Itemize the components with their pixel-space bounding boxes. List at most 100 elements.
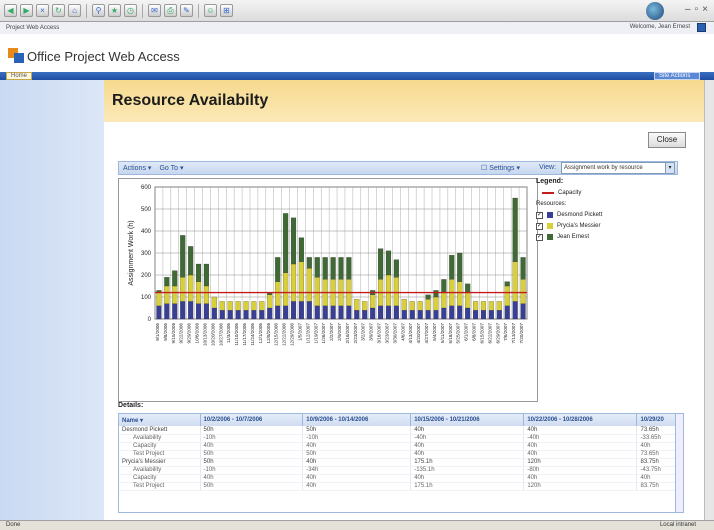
table-row[interactable]: Capacity 40h 40h 40h 40h 40h xyxy=(119,442,683,451)
x-tick-label: 7/13/2007 xyxy=(511,323,516,344)
table-row[interactable]: Prycia's Messier 50h 40h 175.1h 120h 83.75h xyxy=(119,458,683,467)
x-tick-label: 6/8/2007 xyxy=(472,323,477,341)
table-cell: -40h xyxy=(410,434,525,443)
messenger-icon[interactable]: ☺ xyxy=(204,4,217,17)
table-cell: -10h xyxy=(200,466,304,475)
edit-icon[interactable]: ✎ xyxy=(180,4,193,17)
x-tick-label: 10/27/2006 xyxy=(218,323,223,346)
settings-menu[interactable]: ☐ Settings ▾ xyxy=(481,164,520,172)
mail-icon[interactable]: ✉ xyxy=(148,4,161,17)
bar-segment xyxy=(346,257,352,280)
legend-item[interactable]: ✓ Desmond Pickett xyxy=(536,210,686,220)
column-header[interactable]: 10/9/2006 - 10/14/2006 xyxy=(302,414,412,426)
history-icon[interactable]: ◷ xyxy=(124,4,137,17)
bar-segment xyxy=(275,305,281,320)
y-tick-label: 200 xyxy=(141,273,152,279)
column-header-name[interactable]: Name ▾ xyxy=(119,414,201,426)
x-tick-label: 3/23/2007 xyxy=(384,323,389,344)
details-label: Details: xyxy=(118,402,144,409)
browser-tab-title[interactable]: Project Web Access xyxy=(6,25,59,31)
bar-segment xyxy=(520,257,526,280)
capacity-line-swatch xyxy=(542,192,554,194)
bar-segment xyxy=(322,305,328,320)
x-tick-label: 1/5/2007 xyxy=(297,323,302,341)
forward-icon[interactable]: ▶ xyxy=(20,4,33,17)
top-nav-bar: Home Site Actions xyxy=(0,72,714,80)
table-cell: 40h xyxy=(523,474,638,483)
table-row[interactable]: Availability -10h -10h -40h -40h -33.65h xyxy=(119,434,683,443)
row-name-cell: Desmond Pickett xyxy=(119,426,201,435)
table-row[interactable]: Test Project 50h 50h 40h 40h 73.65h xyxy=(119,450,683,459)
x-tick-label: 12/15/2006 xyxy=(274,323,279,346)
table-row[interactable]: Test Project 50h 40h 175.1h 120h 83.75h xyxy=(119,482,683,491)
close-window-icon[interactable]: × xyxy=(702,4,708,15)
bar-segment xyxy=(298,301,304,320)
bar-segment xyxy=(441,279,447,293)
bar-segment xyxy=(259,301,265,311)
browser-logo-icon xyxy=(646,2,664,20)
x-tick-label: 9/22/2006 xyxy=(179,323,184,344)
home-icon[interactable]: ⌂ xyxy=(68,4,81,17)
x-tick-label: 9/15/2006 xyxy=(171,323,176,344)
bar-segment xyxy=(425,294,431,300)
x-tick-label: 9/8/2006 xyxy=(163,323,168,341)
bar-segment xyxy=(227,301,233,311)
bar-segment xyxy=(235,301,241,311)
table-row[interactable]: Capacity 40h 40h 40h 40h 40h xyxy=(119,474,683,483)
legend-item[interactable]: ✓ Jean Ernest xyxy=(536,232,686,242)
back-icon[interactable]: ◀ xyxy=(4,4,17,17)
page-header: Resource Availabilty xyxy=(104,80,704,122)
bar-segment xyxy=(243,310,249,320)
print-icon[interactable]: ⎙ xyxy=(164,4,177,17)
table-cell: 40h xyxy=(200,474,304,483)
column-header[interactable]: 10/22/2006 - 10/28/2006 xyxy=(523,414,638,426)
bar-segment xyxy=(480,310,487,320)
bar-segment xyxy=(520,279,526,304)
status-bar: Done Local intranet xyxy=(0,520,714,530)
chevron-down-icon[interactable]: ▾ xyxy=(665,163,674,173)
site-actions-menu[interactable]: Site Actions xyxy=(654,72,700,80)
x-tick-label: 7/20/2007 xyxy=(519,323,524,344)
y-tick-label: 300 xyxy=(141,251,152,257)
x-tick-label: 1/12/2007 xyxy=(305,323,310,344)
bar-segment xyxy=(362,301,368,311)
checkbox-icon[interactable]: ✓ xyxy=(536,222,543,230)
x-tick-label: 6/1/2007 xyxy=(464,323,469,341)
goto-menu[interactable]: Go To ▾ xyxy=(159,164,183,172)
close-button[interactable]: Close xyxy=(648,132,686,148)
bar-segment xyxy=(172,270,178,287)
bar-segment xyxy=(362,310,368,320)
view-select[interactable]: Assignment work by resource ▾ xyxy=(561,162,675,174)
research-icon[interactable]: ⊞ xyxy=(220,4,233,17)
goto-label: Go To xyxy=(159,165,178,172)
maximize-icon[interactable]: ▫ xyxy=(695,4,699,15)
x-tick-label: 6/15/2007 xyxy=(479,323,484,344)
table-row[interactable]: Availability -10h -34h -135.1h -80h -43.75h xyxy=(119,466,683,475)
column-header[interactable]: 10/15/2006 - 10/21/2006 xyxy=(410,414,525,426)
tab-home[interactable]: Home xyxy=(6,72,32,80)
bar-segment xyxy=(512,301,518,320)
table-row[interactable]: Desmond Pickett 50h 50h 40h 40h 73.65h xyxy=(119,426,683,435)
stop-icon[interactable]: × xyxy=(36,4,49,17)
legend-capacity: Capacity xyxy=(536,188,686,198)
checkbox-icon[interactable]: ✓ xyxy=(536,211,543,219)
search-icon[interactable]: ⚲ xyxy=(92,4,105,17)
welcome-user[interactable]: Welcome, Jean Ernest xyxy=(630,24,690,30)
table-cell: 50h xyxy=(302,426,412,435)
favorites-icon[interactable]: ★ xyxy=(108,4,121,17)
checkbox-icon[interactable]: ✓ xyxy=(536,233,543,241)
table-cell: -80h xyxy=(523,466,638,475)
bar-segment xyxy=(290,263,297,302)
actions-menu[interactable]: Actions ▾ xyxy=(123,164,151,172)
minimize-icon[interactable]: – xyxy=(685,4,691,15)
page-title: Resource Availabilty xyxy=(112,92,269,109)
column-header[interactable]: 10/2/2006 - 10/7/2006 xyxy=(200,414,304,426)
details-scrollbar[interactable] xyxy=(675,414,683,512)
page-scrollbar[interactable] xyxy=(704,80,714,520)
refresh-icon[interactable]: ↻ xyxy=(52,4,65,17)
x-tick-label: 6/29/2007 xyxy=(495,323,500,344)
bar-segment xyxy=(275,257,281,282)
bar-segment xyxy=(457,252,463,282)
help-icon[interactable] xyxy=(697,23,706,32)
legend-item[interactable]: ✓ Prycia's Messier xyxy=(536,221,686,231)
